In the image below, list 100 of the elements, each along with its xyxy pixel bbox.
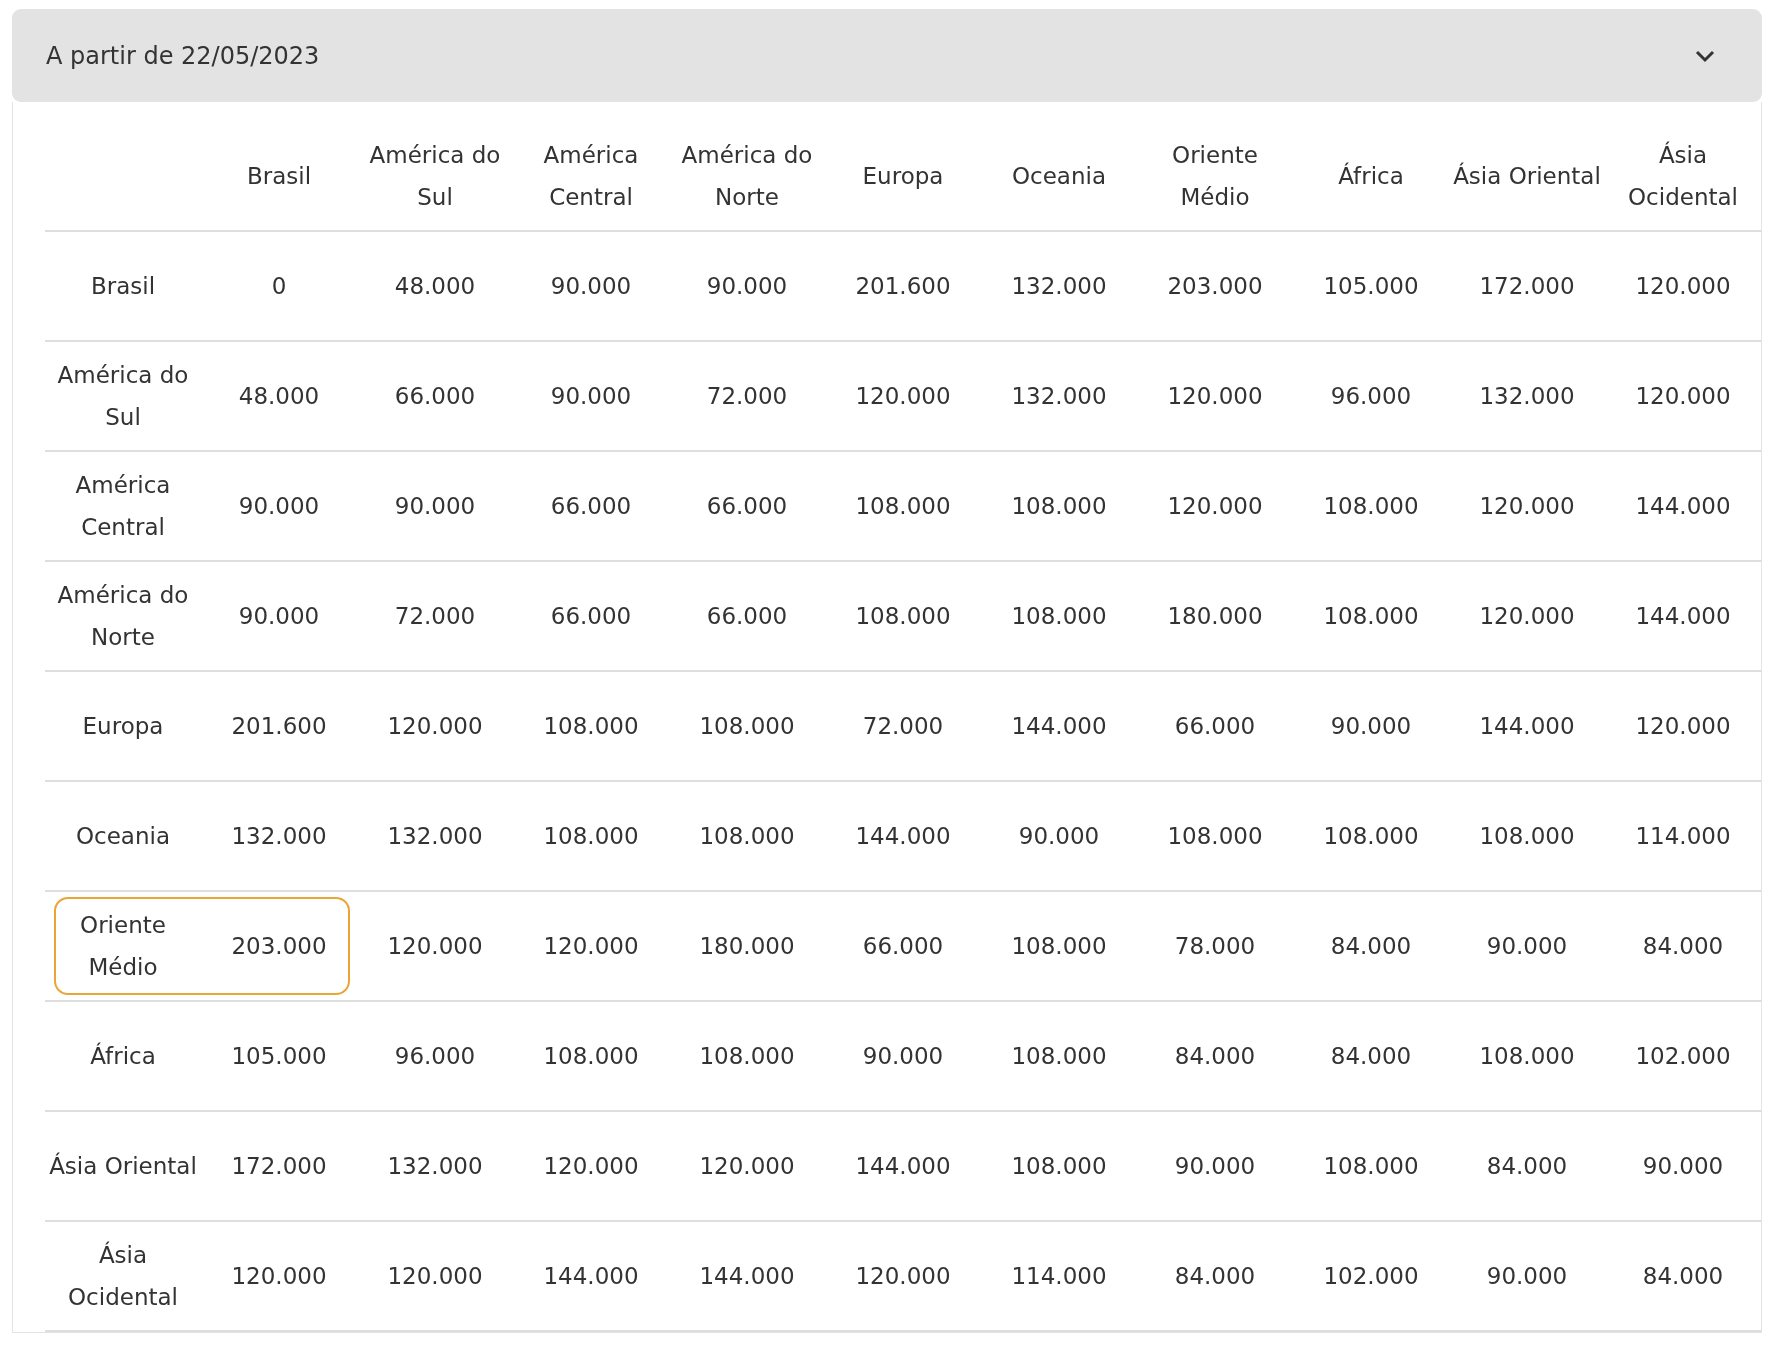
table-cell: 108.000 — [513, 781, 669, 891]
table-cell: 120.000 — [1605, 671, 1761, 781]
table-cell: 66.000 — [669, 451, 825, 561]
table-cell: 120.000 — [1605, 231, 1761, 341]
table-cell: 180.000 — [669, 891, 825, 1001]
column-header: África — [1293, 122, 1449, 231]
table-cell: 203.000 — [201, 891, 357, 1001]
table-cell: 114.000 — [981, 1221, 1137, 1331]
table-cell: 144.000 — [825, 781, 981, 891]
table-cell: 108.000 — [1137, 781, 1293, 891]
table-cell: 108.000 — [513, 671, 669, 781]
column-header: Oceania — [981, 122, 1137, 231]
accordion-title: A partir de 22/05/2023 — [46, 41, 320, 70]
table-cell: 132.000 — [357, 781, 513, 891]
table-cell: 120.000 — [357, 891, 513, 1001]
row-header: Oriente Médio — [45, 891, 201, 1001]
table-cell: 78.000 — [1137, 891, 1293, 1001]
table-cell: 144.000 — [669, 1221, 825, 1331]
table-cell: 90.000 — [1605, 1111, 1761, 1221]
column-header: Ásia Oriental — [1449, 122, 1605, 231]
table-cell: 144.000 — [1605, 561, 1761, 671]
table-cell: 144.000 — [1449, 671, 1605, 781]
column-header: América do Norte — [669, 122, 825, 231]
table-cell: 90.000 — [825, 1001, 981, 1111]
table-cell: 108.000 — [1449, 781, 1605, 891]
table-cell: 108.000 — [1293, 1111, 1449, 1221]
table-cell: 132.000 — [981, 341, 1137, 451]
table-cell: 108.000 — [1293, 561, 1449, 671]
table-cell: 90.000 — [1137, 1111, 1293, 1221]
table-cell: 132.000 — [357, 1111, 513, 1221]
table-cell: 90.000 — [357, 451, 513, 561]
table-cell: 108.000 — [981, 451, 1137, 561]
table-cell: 90.000 — [513, 341, 669, 451]
table-cell: 120.000 — [513, 1111, 669, 1221]
row-header: Brasil — [45, 231, 201, 341]
table-cell: 120.000 — [825, 1221, 981, 1331]
table-cell: 72.000 — [669, 341, 825, 451]
table-cell: 120.000 — [513, 891, 669, 1001]
table-cell: 102.000 — [1605, 1001, 1761, 1111]
table-cell: 96.000 — [1293, 341, 1449, 451]
table-cell: 180.000 — [1137, 561, 1293, 671]
table-cell: 66.000 — [357, 341, 513, 451]
table-cell: 108.000 — [1293, 781, 1449, 891]
row-header: América do Sul — [45, 341, 201, 451]
table-cell: 105.000 — [201, 1001, 357, 1111]
column-header: Oriente Médio — [1137, 122, 1293, 231]
table-cell: 120.000 — [825, 341, 981, 451]
table-cell: 90.000 — [1449, 1221, 1605, 1331]
table-cell: 108.000 — [825, 451, 981, 561]
table-cell: 144.000 — [981, 671, 1137, 781]
column-header: América Central — [513, 122, 669, 231]
table-cell: 84.000 — [1293, 1001, 1449, 1111]
table-cell: 90.000 — [669, 231, 825, 341]
table-cell: 201.600 — [825, 231, 981, 341]
table-cell: 120.000 — [1137, 341, 1293, 451]
table-cell: 72.000 — [825, 671, 981, 781]
accordion-header[interactable]: A partir de 22/05/2023 — [12, 9, 1762, 102]
table-cell: 201.600 — [201, 671, 357, 781]
table-cell: 84.000 — [1137, 1001, 1293, 1111]
row-header: Oceania — [45, 781, 201, 891]
table-cell: 66.000 — [513, 561, 669, 671]
table-cell: 84.000 — [1137, 1221, 1293, 1331]
table-cell: 84.000 — [1605, 891, 1761, 1001]
table-cell: 66.000 — [1137, 671, 1293, 781]
table-cell: 96.000 — [357, 1001, 513, 1111]
table-cell: 48.000 — [357, 231, 513, 341]
table-cell: 90.000 — [1449, 891, 1605, 1001]
table-cell: 132.000 — [981, 231, 1137, 341]
table-cell: 108.000 — [981, 561, 1137, 671]
row-header: América Central — [45, 451, 201, 561]
table-cell: 84.000 — [1605, 1221, 1761, 1331]
column-header: Ásia Ocidental — [1605, 122, 1761, 231]
table-cell: 105.000 — [1293, 231, 1449, 341]
table-cell: 66.000 — [825, 891, 981, 1001]
row-header: Ásia Oriental — [45, 1111, 201, 1221]
table-cell: 108.000 — [981, 1111, 1137, 1221]
table-cell: 108.000 — [669, 781, 825, 891]
table-cell: 90.000 — [201, 561, 357, 671]
table-cell: 120.000 — [1605, 341, 1761, 451]
table-cell: 132.000 — [1449, 341, 1605, 451]
table-cell: 203.000 — [1137, 231, 1293, 341]
table-cell: 108.000 — [1293, 451, 1449, 561]
table-cell: 102.000 — [1293, 1221, 1449, 1331]
table-cell: 48.000 — [201, 341, 357, 451]
table-cell: 108.000 — [981, 1001, 1137, 1111]
table-cell: 144.000 — [825, 1111, 981, 1221]
table-cell: 144.000 — [1605, 451, 1761, 561]
table-cell: 108.000 — [669, 671, 825, 781]
column-header: Brasil — [201, 122, 357, 231]
table-cell: 66.000 — [513, 451, 669, 561]
table-cell: 90.000 — [513, 231, 669, 341]
table-cell: 120.000 — [669, 1111, 825, 1221]
table-cell: 120.000 — [1449, 561, 1605, 671]
table-cell: 84.000 — [1293, 891, 1449, 1001]
table-cell: 120.000 — [357, 1221, 513, 1331]
table-cell: 66.000 — [669, 561, 825, 671]
row-header: África — [45, 1001, 201, 1111]
table-cell: 90.000 — [1293, 671, 1449, 781]
table-cell: 108.000 — [1449, 1001, 1605, 1111]
table-cell: 172.000 — [201, 1111, 357, 1221]
